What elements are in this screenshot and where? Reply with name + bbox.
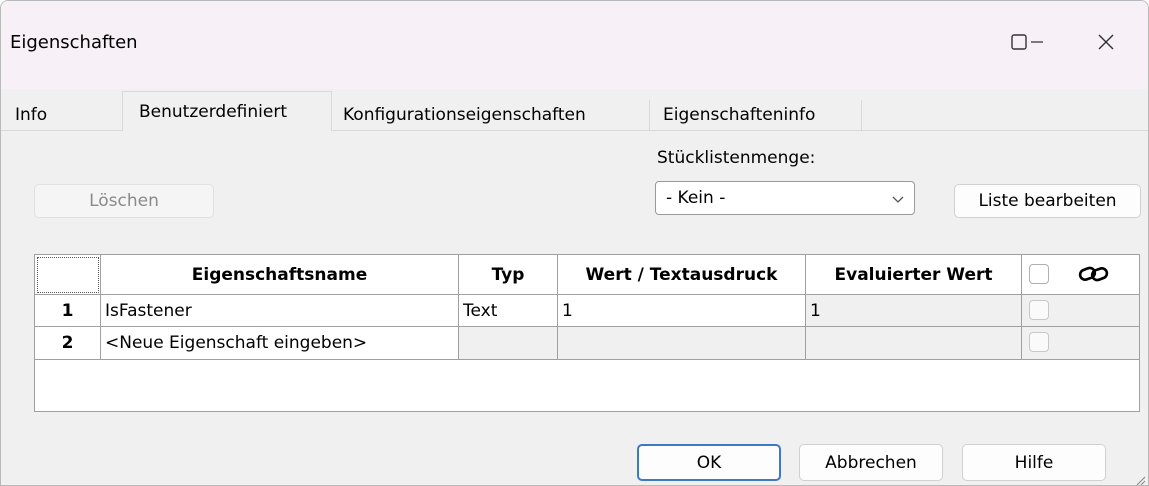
property-value-cell xyxy=(558,327,806,360)
edit-list-button-label: Liste bearbeiten xyxy=(978,191,1117,211)
link-all-checkbox[interactable] xyxy=(1029,264,1049,284)
focus-rect xyxy=(37,257,99,293)
link-icon xyxy=(1078,264,1110,289)
tab-divider xyxy=(861,100,862,130)
column-header-value-label: Wert / Textausdruck xyxy=(585,264,778,285)
new-property-placeholder: <Neue Eigenschaft eingeben> xyxy=(105,333,368,353)
link-cell[interactable] xyxy=(1022,327,1139,360)
property-type-cell[interactable]: Text xyxy=(459,295,558,327)
close-icon xyxy=(1097,33,1115,56)
cancel-button[interactable]: Abbrechen xyxy=(799,444,943,481)
column-header-link[interactable] xyxy=(1022,255,1139,295)
row-number[interactable]: 1 xyxy=(35,295,101,327)
property-name-text: IsFastener xyxy=(105,300,192,321)
edit-list-button[interactable]: Liste bearbeiten xyxy=(954,184,1141,218)
property-name-cell[interactable]: IsFastener xyxy=(101,295,459,327)
link-cell[interactable] xyxy=(1022,295,1139,327)
column-header-type-label: Typ xyxy=(491,264,525,285)
row-number-label: 1 xyxy=(61,300,74,321)
tab-eigenschafteninfo-label: Eigenschafteninfo xyxy=(663,105,816,125)
resize-grip-icon[interactable] xyxy=(1134,471,1146,485)
help-button-label: Hilfe xyxy=(1014,452,1054,473)
column-header-name-label: Eigenschaftsname xyxy=(191,264,368,285)
tab-benutzerdefiniert-label: Benutzerdefiniert xyxy=(139,101,287,122)
column-header-value[interactable]: Wert / Textausdruck xyxy=(558,255,806,295)
tab-konfigurationseigenschaften[interactable]: Konfigurationseigenschaften xyxy=(343,100,643,130)
tab-info[interactable]: Info xyxy=(11,100,115,130)
bom-quantity-select[interactable]: - Kein - xyxy=(655,181,915,215)
maximize-button[interactable] xyxy=(996,21,1042,67)
evaluated-value-text: 1 xyxy=(810,300,821,321)
ok-button-label: OK xyxy=(696,452,722,473)
ok-button[interactable]: OK xyxy=(637,444,781,481)
tab-info-label: Info xyxy=(15,105,48,125)
column-header-name[interactable]: Eigenschaftsname xyxy=(101,255,459,295)
link-checkbox[interactable] xyxy=(1029,300,1049,320)
chevron-down-icon xyxy=(891,191,905,211)
tab-konfiguration-label: Konfigurationseigenschaften xyxy=(343,105,586,125)
property-value-cell[interactable]: 1 xyxy=(558,295,806,327)
bom-quantity-label: Stücklistenmenge: xyxy=(657,148,816,168)
grid-corner[interactable] xyxy=(35,255,101,295)
column-header-evaluated-label: Evaluierter Wert xyxy=(834,264,993,285)
property-type-text: Text xyxy=(463,300,498,321)
delete-button[interactable]: Löschen xyxy=(34,184,214,218)
help-button[interactable]: Hilfe xyxy=(962,444,1106,481)
tab-benutzerdefiniert[interactable]: Benutzerdefiniert xyxy=(122,91,332,131)
column-header-type[interactable]: Typ xyxy=(459,255,558,295)
maximize-icon xyxy=(1010,33,1028,56)
row-number[interactable]: 2 xyxy=(35,327,101,360)
link-checkbox[interactable] xyxy=(1029,332,1049,352)
delete-button-label: Löschen xyxy=(89,191,159,211)
window-title: Eigenschaften xyxy=(10,32,138,53)
row-number-label: 2 xyxy=(61,333,74,353)
bom-quantity-value: - Kein - xyxy=(666,188,726,208)
property-value-text: 1 xyxy=(562,300,573,321)
cancel-button-label: Abbrechen xyxy=(825,452,917,473)
column-header-evaluated[interactable]: Evaluierter Wert xyxy=(806,255,1022,295)
title-bar: Eigenschaften xyxy=(1,1,1148,89)
property-type-cell xyxy=(459,327,558,360)
new-property-cell[interactable]: <Neue Eigenschaft eingeben> xyxy=(101,327,459,360)
tab-divider xyxy=(649,100,650,130)
evaluated-value-cell: 1 xyxy=(806,295,1022,327)
close-button[interactable] xyxy=(1083,21,1129,67)
tab-eigenschafteninfo[interactable]: Eigenschafteninfo xyxy=(663,100,863,130)
properties-dialog: Eigenschaften Info Benutzerdefiniert Kon… xyxy=(0,0,1149,486)
evaluated-value-cell xyxy=(806,327,1022,360)
property-grid[interactable]: Eigenschaftsname Typ Wert / Textausdruck… xyxy=(34,254,1140,412)
